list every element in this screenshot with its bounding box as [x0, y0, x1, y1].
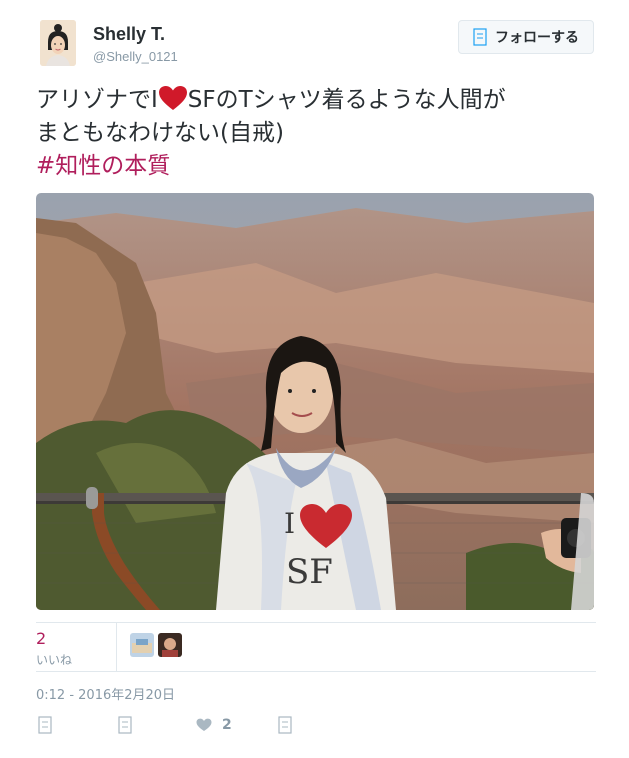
follow-icon	[473, 28, 487, 46]
liker-avatar[interactable]	[130, 633, 154, 657]
likes-label[interactable]: いいね	[36, 651, 72, 668]
heart-icon	[196, 718, 212, 731]
more-options-icon[interactable]	[278, 716, 292, 734]
tweet-line-1: アリゾナでI SFのTシャツ着るような人間が	[36, 84, 596, 117]
avatar[interactable]	[40, 20, 76, 66]
follow-button[interactable]: フォローする	[458, 20, 594, 54]
tweet-actions: 2	[36, 716, 336, 738]
likes-count[interactable]: 2	[36, 629, 46, 648]
like-count: 2	[222, 717, 232, 733]
tweet-stats: 2 いいね	[36, 622, 596, 672]
like-button[interactable]: 2	[196, 717, 232, 733]
tweet-text: アリゾナでI SFのTシャツ着るような人間が まともなわけない(自戒) #知性の本…	[36, 84, 596, 183]
user-handle[interactable]: @Shelly_0121	[93, 49, 178, 64]
follow-button-label: フォローする	[495, 30, 579, 46]
liker-avatar[interactable]	[158, 633, 182, 657]
tweet-text-part: アリゾナでI	[36, 87, 158, 113]
tweet-photo[interactable]: I SF	[36, 193, 594, 610]
tweet-text-part: SFのTシャツ着るような人間が	[187, 87, 506, 113]
reply-icon[interactable]	[38, 716, 52, 734]
stats-divider	[116, 623, 117, 671]
tweet-timestamp[interactable]: 0:12 - 2016年2月20日	[36, 684, 175, 703]
display-name[interactable]: Shelly T.	[93, 24, 165, 45]
retweet-icon[interactable]	[118, 716, 132, 734]
hashtag-link[interactable]: #知性の本質	[36, 153, 170, 179]
svg-text:SF: SF	[286, 552, 333, 592]
heart-emoji-icon	[158, 86, 187, 110]
tweet-line-2: まともなわけない(自戒)	[36, 120, 284, 146]
svg-text:I: I	[284, 507, 295, 540]
